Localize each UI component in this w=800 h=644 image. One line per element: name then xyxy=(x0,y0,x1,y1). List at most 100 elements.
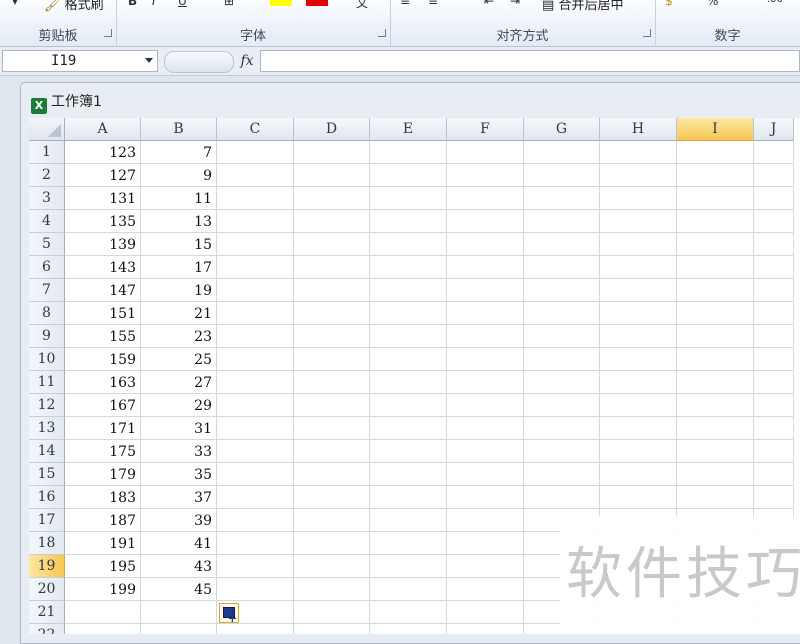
cell-f12[interactable] xyxy=(447,394,524,417)
cell-f20[interactable] xyxy=(447,578,524,601)
format-painter-button[interactable]: 🖌 格式刷 xyxy=(44,0,104,13)
cell-i3[interactable] xyxy=(677,187,754,210)
cell-f13[interactable] xyxy=(447,417,524,440)
cell-j4[interactable] xyxy=(754,210,794,233)
cell-b13[interactable]: 31 xyxy=(141,417,217,440)
cell-c19[interactable] xyxy=(217,555,294,578)
cell-a3[interactable]: 131 xyxy=(65,187,141,210)
cell-f1[interactable] xyxy=(447,141,524,164)
cell-a22[interactable] xyxy=(65,624,141,634)
cell-a11[interactable]: 163 xyxy=(65,371,141,394)
cell-i1[interactable] xyxy=(677,141,754,164)
cell-b21[interactable] xyxy=(141,601,217,624)
cell-b18[interactable]: 41 xyxy=(141,532,217,555)
cell-g16[interactable] xyxy=(524,486,600,509)
cell-c2[interactable] xyxy=(217,164,294,187)
cell-h8[interactable] xyxy=(600,302,677,325)
cell-j14[interactable] xyxy=(754,440,794,463)
cell-e7[interactable] xyxy=(370,279,447,302)
cell-e19[interactable] xyxy=(370,555,447,578)
cell-c11[interactable] xyxy=(217,371,294,394)
cell-h12[interactable] xyxy=(600,394,677,417)
cell-i4[interactable] xyxy=(677,210,754,233)
cell-d20[interactable] xyxy=(294,578,370,601)
cell-f10[interactable] xyxy=(447,348,524,371)
cell-i8[interactable] xyxy=(677,302,754,325)
cell-g2[interactable] xyxy=(524,164,600,187)
cell-c9[interactable] xyxy=(217,325,294,348)
phonetic-icon[interactable]: 文 xyxy=(356,0,368,11)
cell-i10[interactable] xyxy=(677,348,754,371)
cell-d2[interactable] xyxy=(294,164,370,187)
cell-g3[interactable] xyxy=(524,187,600,210)
cell-a16[interactable]: 183 xyxy=(65,486,141,509)
cell-b9[interactable]: 23 xyxy=(141,325,217,348)
clipboard-launcher-icon[interactable] xyxy=(104,29,112,37)
column-header-g[interactable]: G xyxy=(524,118,600,141)
column-header-c[interactable]: C xyxy=(217,118,294,141)
cell-j5[interactable] xyxy=(754,233,794,256)
cell-e6[interactable] xyxy=(370,256,447,279)
cell-d16[interactable] xyxy=(294,486,370,509)
cell-i9[interactable] xyxy=(677,325,754,348)
cell-e2[interactable] xyxy=(370,164,447,187)
cell-a5[interactable]: 139 xyxy=(65,233,141,256)
row-header-4[interactable]: 4 xyxy=(29,210,65,233)
cell-d10[interactable] xyxy=(294,348,370,371)
cell-b14[interactable]: 33 xyxy=(141,440,217,463)
cell-h2[interactable] xyxy=(600,164,677,187)
row-header-22[interactable]: 22 xyxy=(29,624,65,634)
row-header-5[interactable]: 5 xyxy=(29,233,65,256)
cell-a15[interactable]: 179 xyxy=(65,463,141,486)
cell-e13[interactable] xyxy=(370,417,447,440)
increase-decimal-icon[interactable]: .00 xyxy=(767,0,783,5)
cell-d1[interactable] xyxy=(294,141,370,164)
cell-j7[interactable] xyxy=(754,279,794,302)
cell-g11[interactable] xyxy=(524,371,600,394)
cell-g5[interactable] xyxy=(524,233,600,256)
cell-a14[interactable]: 175 xyxy=(65,440,141,463)
cell-g13[interactable] xyxy=(524,417,600,440)
cell-i14[interactable] xyxy=(677,440,754,463)
cell-j16[interactable] xyxy=(754,486,794,509)
cell-f21[interactable] xyxy=(447,601,524,624)
cell-e10[interactable] xyxy=(370,348,447,371)
cell-b15[interactable]: 35 xyxy=(141,463,217,486)
cell-c1[interactable] xyxy=(217,141,294,164)
cell-i16[interactable] xyxy=(677,486,754,509)
align-center-icon[interactable]: ≡ xyxy=(428,0,438,8)
font-color-icon[interactable] xyxy=(306,0,328,6)
cell-b11[interactable]: 27 xyxy=(141,371,217,394)
cell-h11[interactable] xyxy=(600,371,677,394)
cell-b2[interactable]: 9 xyxy=(141,164,217,187)
row-header-6[interactable]: 6 xyxy=(29,256,65,279)
cell-c8[interactable] xyxy=(217,302,294,325)
row-header-12[interactable]: 12 xyxy=(29,394,65,417)
cell-a19[interactable]: 195 xyxy=(65,555,141,578)
cell-b3[interactable]: 11 xyxy=(141,187,217,210)
cell-h16[interactable] xyxy=(600,486,677,509)
cell-e5[interactable] xyxy=(370,233,447,256)
cell-b1[interactable]: 7 xyxy=(141,141,217,164)
cell-a6[interactable]: 143 xyxy=(65,256,141,279)
cell-h14[interactable] xyxy=(600,440,677,463)
name-box-dropdown-icon[interactable] xyxy=(145,58,153,63)
font-launcher-icon[interactable] xyxy=(378,29,386,37)
cell-h5[interactable] xyxy=(600,233,677,256)
cell-b12[interactable]: 29 xyxy=(141,394,217,417)
cell-i6[interactable] xyxy=(677,256,754,279)
cell-b19[interactable]: 43 xyxy=(141,555,217,578)
cell-d18[interactable] xyxy=(294,532,370,555)
cell-e17[interactable] xyxy=(370,509,447,532)
row-header-20[interactable]: 20 xyxy=(29,578,65,601)
cell-d14[interactable] xyxy=(294,440,370,463)
cell-i7[interactable] xyxy=(677,279,754,302)
cell-j3[interactable] xyxy=(754,187,794,210)
cell-a17[interactable]: 187 xyxy=(65,509,141,532)
cell-c14[interactable] xyxy=(217,440,294,463)
cell-e8[interactable] xyxy=(370,302,447,325)
cell-g9[interactable] xyxy=(524,325,600,348)
row-header-2[interactable]: 2 xyxy=(29,164,65,187)
cell-d17[interactable] xyxy=(294,509,370,532)
cell-f7[interactable] xyxy=(447,279,524,302)
